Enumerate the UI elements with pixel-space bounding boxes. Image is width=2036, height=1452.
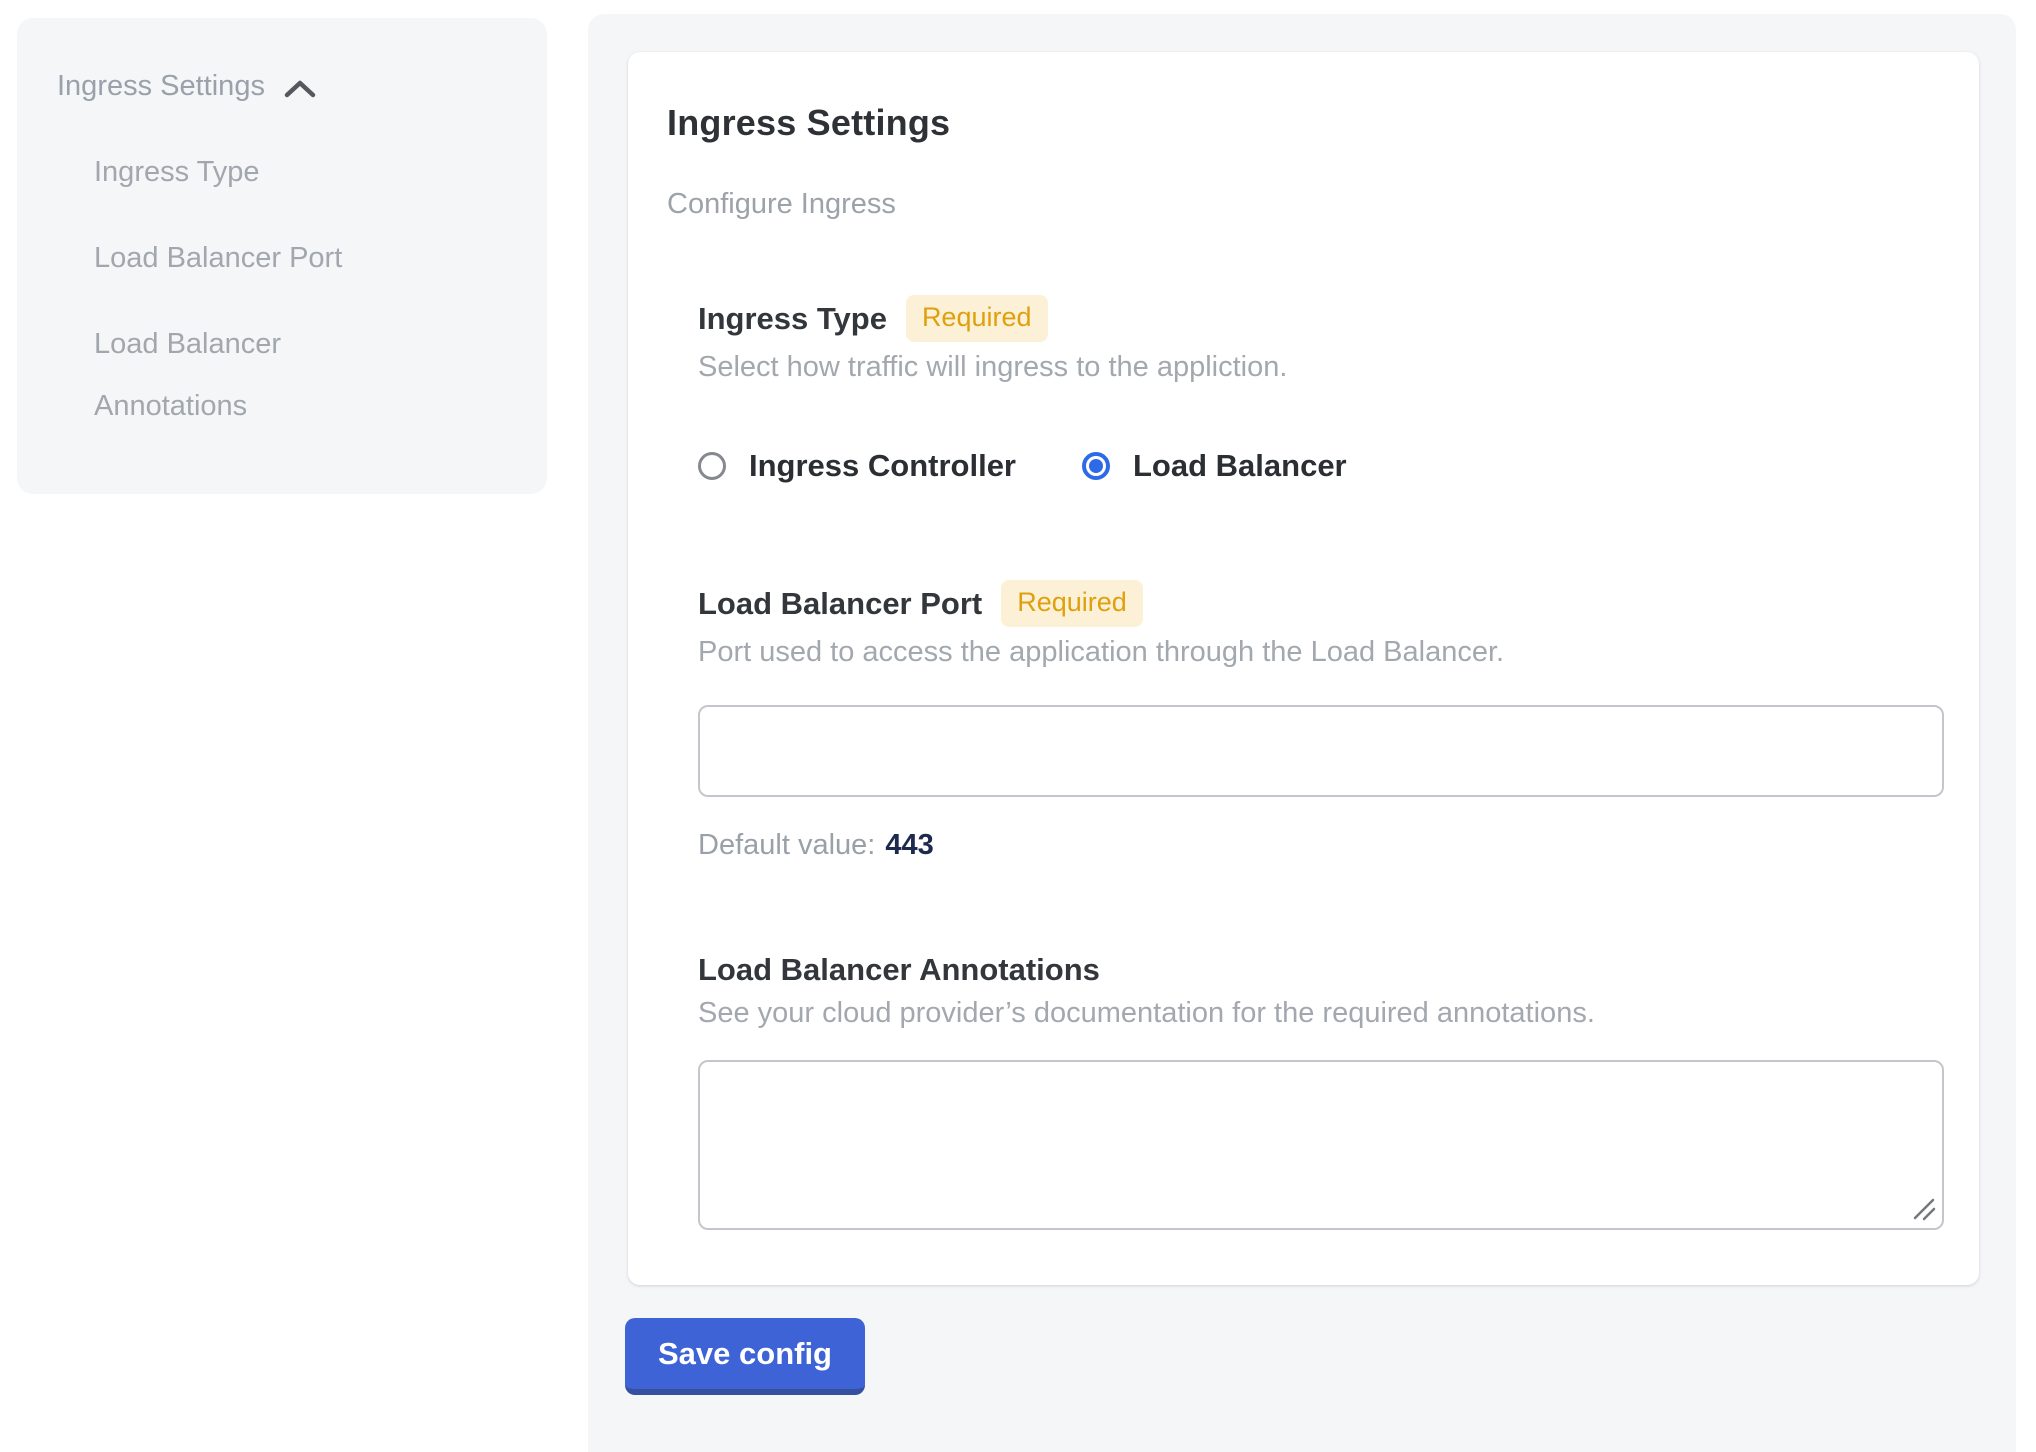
- load-balancer-annotations-description: See your cloud provider’s documentation …: [698, 997, 1944, 1030]
- page-title: Ingress Settings: [667, 102, 1979, 144]
- required-badge: Required: [1001, 580, 1143, 627]
- load-balancer-annotations-label: Load Balancer Annotations: [698, 952, 1100, 988]
- sidebar-item-load-balancer-annotations[interactable]: Load Balancer Annotations: [94, 313, 434, 437]
- sidebar-group-label: Ingress Settings: [57, 70, 265, 103]
- ingress-type-options: Ingress Controller Load Balancer: [698, 448, 1944, 484]
- radio-ingress-controller[interactable]: [698, 452, 726, 480]
- section-load-balancer-port: Load Balancer Port Required Port used to…: [698, 580, 1944, 862]
- radio-option-load-balancer[interactable]: Load Balancer: [1082, 448, 1347, 484]
- load-balancer-annotations-textarea[interactable]: [698, 1060, 1944, 1230]
- ingress-settings-page: Ingress Settings Ingress Type Load Balan…: [0, 0, 2036, 1452]
- settings-panel: Ingress Settings Configure Ingress Ingre…: [588, 14, 2016, 1452]
- ingress-type-description: Select how traffic will ingress to the a…: [698, 351, 1944, 384]
- default-value-label: Default value:: [698, 829, 875, 861]
- sidebar-item-load-balancer-port[interactable]: Load Balancer Port: [94, 227, 434, 289]
- default-value-row: Default value: 443: [698, 829, 1944, 862]
- load-balancer-port-label: Load Balancer Port: [698, 586, 982, 622]
- resize-handle-icon[interactable]: [1911, 1196, 1937, 1222]
- chevron-up-icon: [283, 78, 317, 100]
- ingress-type-label: Ingress Type: [698, 301, 887, 337]
- load-balancer-port-description: Port used to access the application thro…: [698, 636, 1944, 669]
- radio-label-ingress-controller: Ingress Controller: [749, 448, 1016, 484]
- sidebar-group-ingress-settings[interactable]: Ingress Settings: [17, 18, 547, 103]
- sidebar-item-list: Ingress Type Load Balancer Port Load Bal…: [17, 141, 437, 437]
- config-sidebar: Ingress Settings Ingress Type Load Balan…: [17, 18, 547, 494]
- sidebar-item-ingress-type[interactable]: Ingress Type: [94, 141, 434, 203]
- ingress-settings-card: Ingress Settings Configure Ingress Ingre…: [628, 52, 1979, 1285]
- default-value: 443: [885, 829, 933, 861]
- radio-label-load-balancer: Load Balancer: [1133, 448, 1347, 484]
- page-subtitle: Configure Ingress: [667, 188, 1979, 221]
- load-balancer-port-input[interactable]: [698, 705, 1944, 797]
- required-badge: Required: [906, 295, 1048, 342]
- radio-option-ingress-controller[interactable]: Ingress Controller: [698, 448, 1016, 484]
- radio-load-balancer[interactable]: [1082, 452, 1110, 480]
- save-config-button[interactable]: Save config: [625, 1318, 865, 1395]
- section-load-balancer-annotations: Load Balancer Annotations See your cloud…: [698, 952, 1944, 1230]
- section-ingress-type: Ingress Type Required Select how traffic…: [698, 295, 1944, 484]
